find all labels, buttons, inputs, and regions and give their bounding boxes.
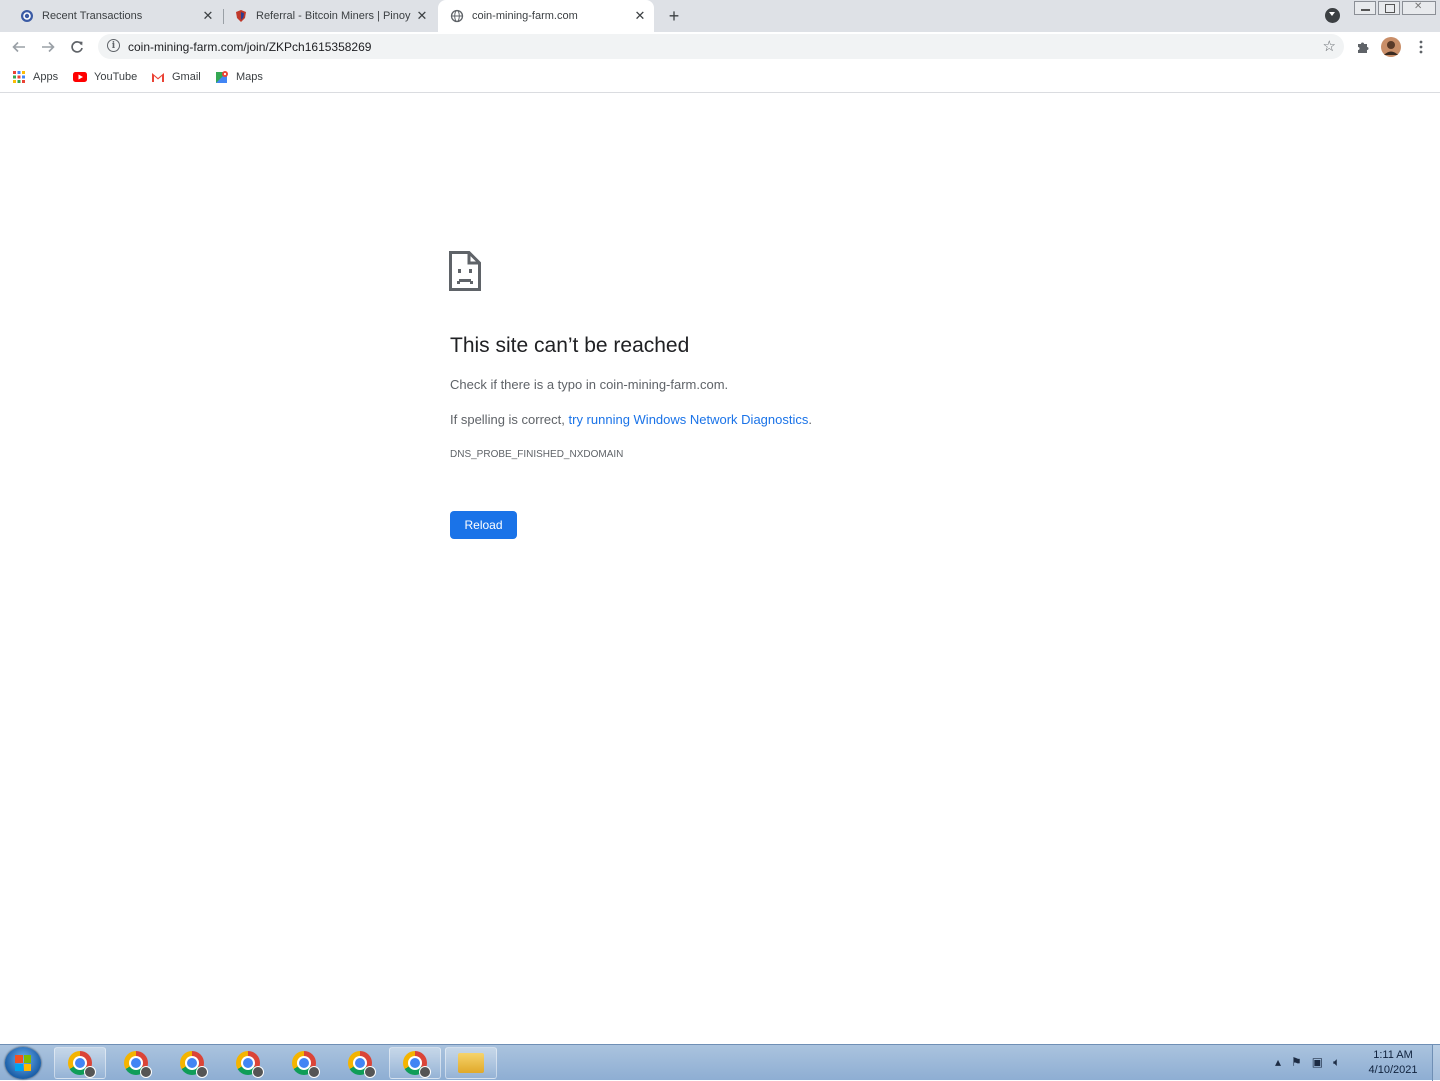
info-icon[interactable]: i: [107, 39, 120, 52]
network-diagnostics-link[interactable]: try running Windows Network Diagnostics: [569, 412, 809, 427]
taskbar-chrome-7[interactable]: [389, 1047, 441, 1079]
taskbar-chrome-6[interactable]: [334, 1047, 386, 1079]
suggestion-prefix: If spelling is correct,: [450, 412, 569, 427]
tab-recent-transactions[interactable]: Recent Transactions ✕: [10, 0, 222, 32]
bookmark-label: Apps: [33, 71, 59, 83]
bookmark-star-icon[interactable]: ☆: [1323, 37, 1336, 55]
bookmark-maps[interactable]: Maps: [215, 68, 263, 86]
forward-button[interactable]: [37, 36, 59, 58]
youtube-icon: [73, 70, 87, 84]
reload-page-button[interactable]: Reload: [450, 511, 517, 539]
bookmark-label: YouTube: [94, 71, 138, 83]
chrome-icon: [292, 1051, 320, 1078]
action-center-flag-icon[interactable]: ⚑: [1291, 1055, 1302, 1070]
apps-grid-icon: [12, 70, 26, 84]
back-arrow-icon: [12, 41, 25, 53]
error-heading: This site can’t be reached: [450, 334, 690, 357]
sad-page-icon: [449, 251, 481, 291]
tab-strip: Recent Transactions ✕ Referral - Bitcoin…: [0, 0, 1440, 32]
close-tab-icon[interactable]: ✕: [200, 8, 216, 24]
show-desktop-button[interactable]: [1432, 1045, 1440, 1081]
taskbar-chrome-2[interactable]: [110, 1047, 162, 1079]
system-clock[interactable]: 1:11 AM 4/10/2021: [1360, 1048, 1426, 1078]
windows-logo-icon: [15, 1055, 31, 1071]
browser-toolbar: i coin-mining-farm.com/join/ZKPch1615358…: [0, 32, 1440, 62]
bookmark-gmail[interactable]: Gmail: [151, 68, 201, 86]
gmail-icon: [151, 70, 165, 84]
reload-button[interactable]: [66, 36, 88, 58]
bookmark-label: Maps: [236, 71, 263, 83]
suggestion-suffix: .: [808, 412, 812, 427]
maximize-button[interactable]: [1378, 1, 1400, 15]
error-suggestion-typo: Check if there is a typo in coin-mining-…: [450, 377, 729, 392]
address-bar[interactable]: i coin-mining-farm.com/join/ZKPch1615358…: [98, 34, 1344, 59]
tab-title: Referral - Bitcoin Miners | Pinoy I: [256, 10, 414, 22]
tab-referral[interactable]: Referral - Bitcoin Miners | Pinoy I ✕: [224, 0, 436, 32]
chrome-icon: [180, 1051, 208, 1078]
taskbar-chrome-5[interactable]: [278, 1047, 330, 1079]
tab-title: Recent Transactions: [42, 10, 143, 22]
error-suggestion-diagnostics: If spelling is correct, try running Wind…: [450, 412, 812, 427]
bookmark-label: Gmail: [172, 71, 201, 83]
clock-time: 1:11 AM: [1373, 1049, 1413, 1061]
tab-search-icon[interactable]: [1325, 8, 1340, 23]
taskbar-chrome-4[interactable]: [222, 1047, 274, 1079]
close-tab-icon[interactable]: ✕: [414, 8, 430, 24]
chrome-icon: [403, 1051, 431, 1078]
chrome-icon: [68, 1051, 96, 1078]
avatar-icon: [1381, 37, 1401, 57]
shield-favicon-icon: [234, 9, 248, 23]
start-button[interactable]: [5, 1047, 41, 1079]
tab-coin-mining-farm[interactable]: coin-mining-farm.com ✕: [438, 0, 654, 32]
coin-favicon-icon: [20, 9, 34, 23]
forward-arrow-icon: [42, 41, 55, 53]
extensions-button[interactable]: [1352, 36, 1374, 58]
reload-icon: [71, 41, 83, 53]
bookmark-apps[interactable]: Apps: [12, 68, 58, 86]
minimize-button[interactable]: [1354, 1, 1376, 15]
error-code: DNS_PROBE_FINISHED_NXDOMAIN: [450, 449, 624, 460]
tab-title: coin-mining-farm.com: [472, 10, 578, 22]
back-button[interactable]: [8, 36, 30, 58]
taskbar-chrome-1[interactable]: [54, 1047, 106, 1079]
maps-icon: [215, 70, 229, 84]
system-tray: ▴ ⚑ ▣ 🔈︎: [1275, 1055, 1340, 1070]
menu-button[interactable]: [1410, 36, 1432, 58]
chrome-icon: [236, 1051, 264, 1078]
taskbar-chrome-3[interactable]: [166, 1047, 218, 1079]
taskbar-explorer[interactable]: [445, 1047, 497, 1079]
bookmarks-bar: Apps YouTube Gmail Maps: [0, 62, 1440, 93]
new-tab-button[interactable]: +: [664, 6, 684, 26]
profile-avatar-button[interactable]: [1380, 36, 1402, 58]
windows-taskbar: ▴ ⚑ ▣ 🔈︎ 1:11 AM 4/10/2021: [0, 1044, 1440, 1081]
folder-icon: [458, 1053, 484, 1073]
show-hidden-icons-icon[interactable]: ▴: [1275, 1055, 1281, 1070]
bookmark-youtube[interactable]: YouTube: [73, 68, 137, 86]
puzzle-icon: [1358, 42, 1369, 53]
volume-icon[interactable]: 🔈︎: [1333, 1055, 1340, 1070]
globe-favicon-icon: [450, 9, 464, 23]
kebab-menu-icon: [1419, 40, 1423, 54]
page-content: This site can’t be reached Check if ther…: [0, 93, 1440, 1044]
network-icon[interactable]: ▣: [1312, 1055, 1323, 1070]
close-tab-icon[interactable]: ✕: [632, 8, 648, 24]
url-text[interactable]: coin-mining-farm.com/join/ZKPch161535826…: [128, 40, 371, 54]
close-window-button[interactable]: [1402, 1, 1436, 15]
clock-date: 4/10/2021: [1368, 1064, 1418, 1076]
chrome-icon: [348, 1051, 376, 1078]
chrome-icon: [124, 1051, 152, 1078]
